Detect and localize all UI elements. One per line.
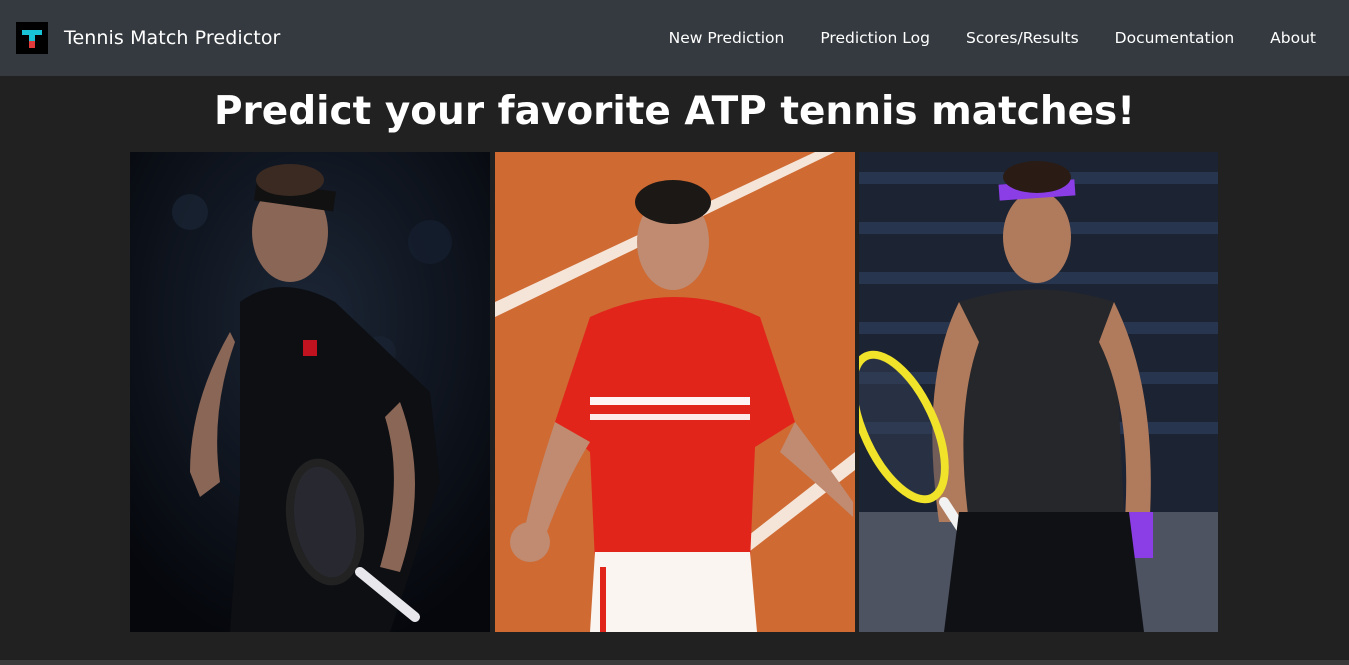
player-photo-clay-court (495, 152, 855, 632)
brand[interactable]: Tennis Match Predictor (16, 22, 280, 54)
top-navbar: Tennis Match Predictor New Prediction Pr… (0, 0, 1349, 76)
logo-icon (16, 22, 48, 54)
nav-link-about[interactable]: About (1270, 29, 1316, 47)
player-photo-clay-court-icon (495, 152, 855, 632)
player-photo-stadium-crowd (859, 152, 1218, 632)
nav-link-scores-results[interactable]: Scores/Results (966, 29, 1079, 47)
player-photo-dark-arena (130, 152, 490, 632)
nav-link-prediction-log[interactable]: Prediction Log (820, 29, 930, 47)
nav-link-documentation[interactable]: Documentation (1115, 29, 1235, 47)
nav-link-new-prediction[interactable]: New Prediction (669, 29, 785, 47)
brand-title: Tennis Match Predictor (64, 27, 281, 49)
player-photo-gallery (130, 152, 1219, 632)
player-photo-dark-arena-icon (130, 152, 490, 632)
player-photo-stadium-crowd-icon (859, 152, 1218, 632)
page-headline: Predict your favorite ATP tennis matches… (213, 89, 1136, 134)
main-nav: New Prediction Prediction Log Scores/Res… (669, 0, 1349, 76)
page-bottom-divider (0, 660, 1349, 665)
